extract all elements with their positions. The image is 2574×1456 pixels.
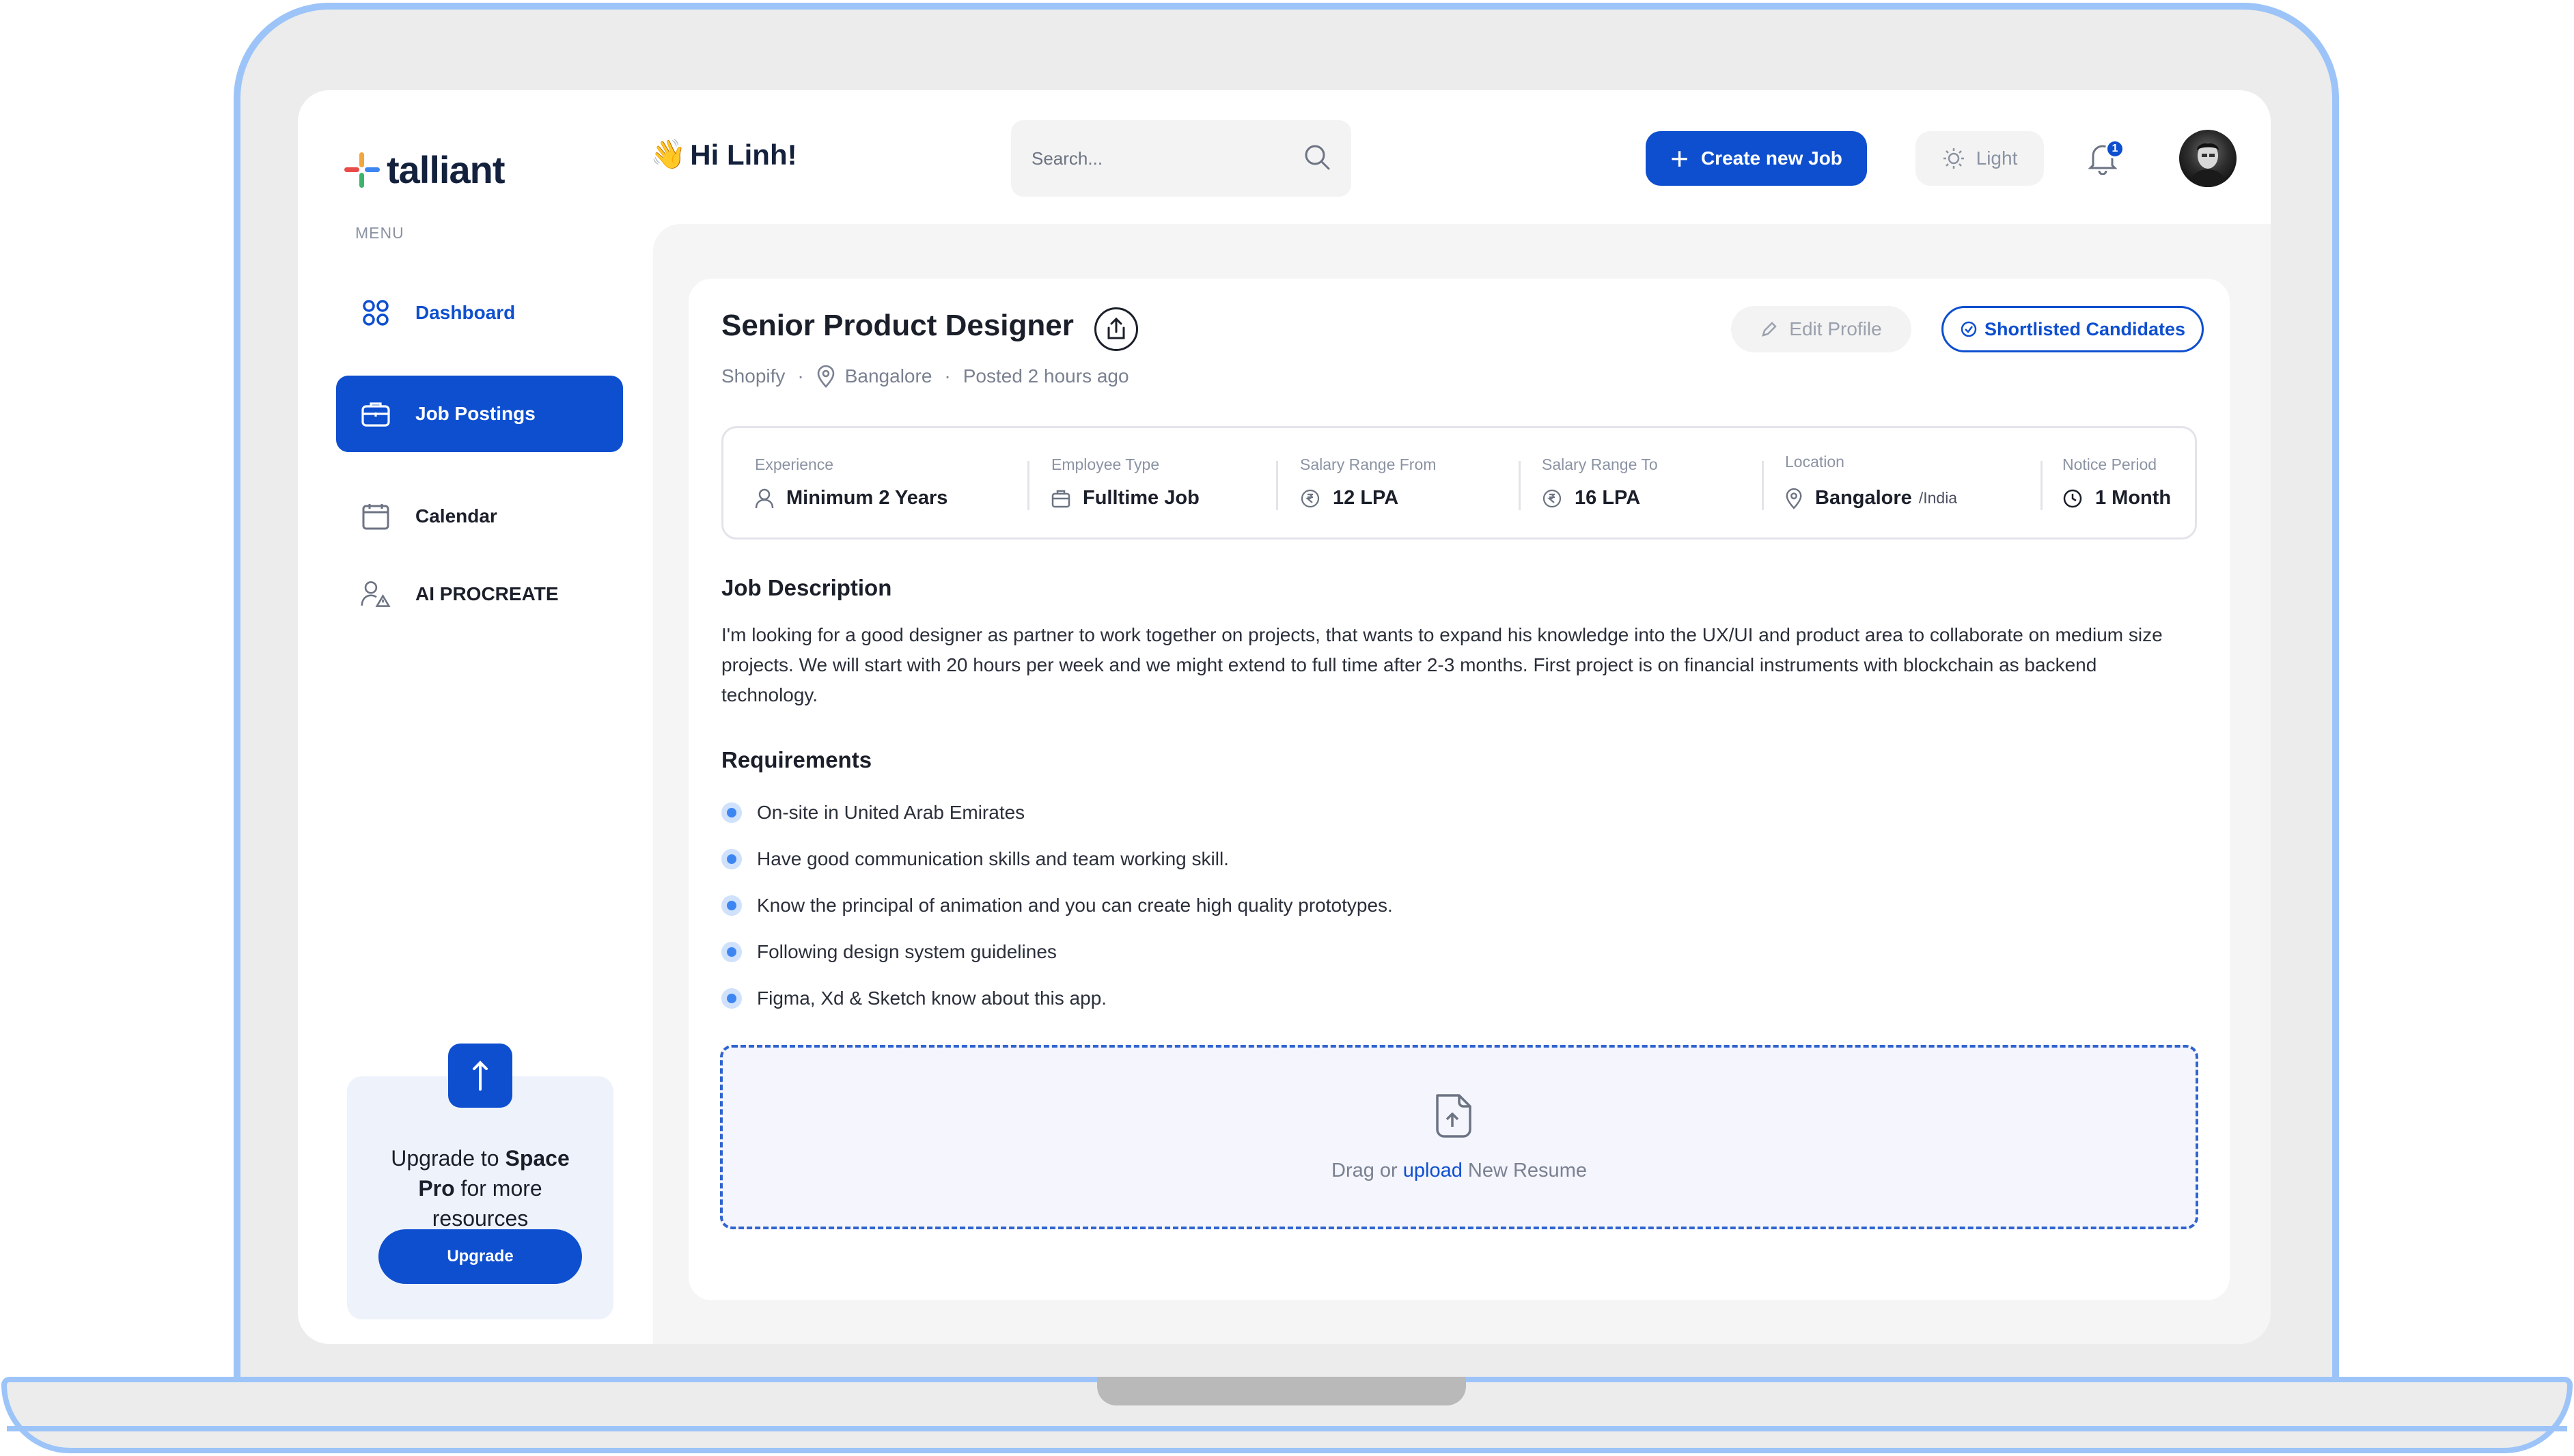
sidebar-item-ai-procreate[interactable]: AI PROCREATE [336,556,623,632]
job-company: Shopify [721,365,786,387]
list-item: Figma, Xd & Sketch know about this app. [721,975,1393,1022]
app-screen: talliant MENU Dashboard Job Postings Cal… [298,90,2271,1344]
bullet-icon [721,802,742,823]
upgrade-card: Upgrade to Space Pro for more resources … [347,1076,613,1319]
file-upload-icon [1429,1093,1476,1139]
sidebar-item-label: Job Postings [415,403,536,424]
grid-icon [361,298,391,328]
wave-emoji: 👋 [650,138,687,170]
upgrade-text: Upgrade to Space Pro for more resources [391,1146,570,1231]
location-pin-icon [1785,488,1803,509]
share-icon[interactable] [1094,307,1138,351]
list-item: On-site in United Arab Emirates [721,789,1393,836]
sidebar-item-job-postings[interactable]: Job Postings [336,376,623,452]
bullet-icon [721,849,742,869]
notification-badge: 1 [2105,139,2125,158]
list-item: Know the principal of animation and you … [721,882,1393,929]
theme-toggle[interactable]: Light [1915,131,2044,186]
greeting: 👋 Hi Linh! [650,138,797,171]
job-details-strip: Experience Minimum 2 Years Employee Type… [721,426,2197,540]
sidebar-item-label: Calendar [415,505,497,527]
search-bar[interactable] [1011,120,1351,197]
greeting-text: Hi Linh! [690,138,797,171]
avatar[interactable] [2179,130,2237,187]
job-location: Bangalore [844,365,932,387]
clock-icon [2062,488,2083,509]
sidebar-item-calendar[interactable]: Calendar [336,478,623,555]
menu-label: MENU [355,224,404,242]
user-warning-icon [361,579,391,609]
laptop-base-strip [7,1426,2567,1431]
job-description-heading: Job Description [721,575,892,600]
arrow-up-icon [448,1044,512,1108]
user-icon [755,488,774,509]
sidebar-item-label: AI PROCREATE [415,583,559,604]
sidebar-item-label: Dashboard [415,302,516,323]
pencil-icon [1760,320,1778,338]
resume-dropzone[interactable]: Drag or upload New Resume [720,1045,2198,1229]
bullet-icon [721,942,742,962]
bullet-icon [721,988,742,1009]
upload-link[interactable]: upload [1403,1160,1463,1181]
upgrade-button[interactable]: Upgrade [378,1229,582,1284]
job-posted-time: Posted 2 hours ago [963,365,1129,387]
laptop-hinge-notch [1097,1377,1466,1405]
rupee-icon [1300,488,1320,509]
list-item: Following design system guidelines [721,929,1393,975]
briefcase-icon [1051,489,1070,508]
dropzone-text: Drag or upload New Resume [1331,1160,1587,1181]
location-pin-icon [816,365,835,388]
bullet-icon [721,895,742,916]
search-input[interactable] [1032,148,1303,169]
sidebar-item-dashboard[interactable]: Dashboard [336,275,623,351]
requirements-heading: Requirements [721,747,872,772]
requirements-list: On-site in United Arab Emirates Have goo… [721,789,1393,1022]
rupee-icon [1542,488,1562,509]
plus-icon: + [1670,141,1689,176]
job-description-text: I'm looking for a good designer as partn… [721,624,2163,705]
briefcase-icon [361,399,391,429]
app-logo[interactable]: talliant [344,148,505,192]
logo-mark-icon [344,152,380,188]
shortlisted-candidates-button[interactable]: Shortlisted Candidates [1941,306,2204,352]
sun-icon [1942,147,1965,170]
search-icon[interactable] [1303,143,1331,174]
check-circle-icon [1960,320,1978,338]
edit-profile-button[interactable]: Edit Profile [1731,306,1911,352]
logo-text: talliant [387,148,505,191]
calendar-icon [361,501,391,531]
job-meta: Shopify · Bangalore · Posted 2 hours ago [721,365,1129,388]
create-new-job-button[interactable]: + Create new Job [1646,131,1867,186]
job-title: Senior Product Designer [721,309,1074,342]
list-item: Have good communication skills and team … [721,836,1393,882]
